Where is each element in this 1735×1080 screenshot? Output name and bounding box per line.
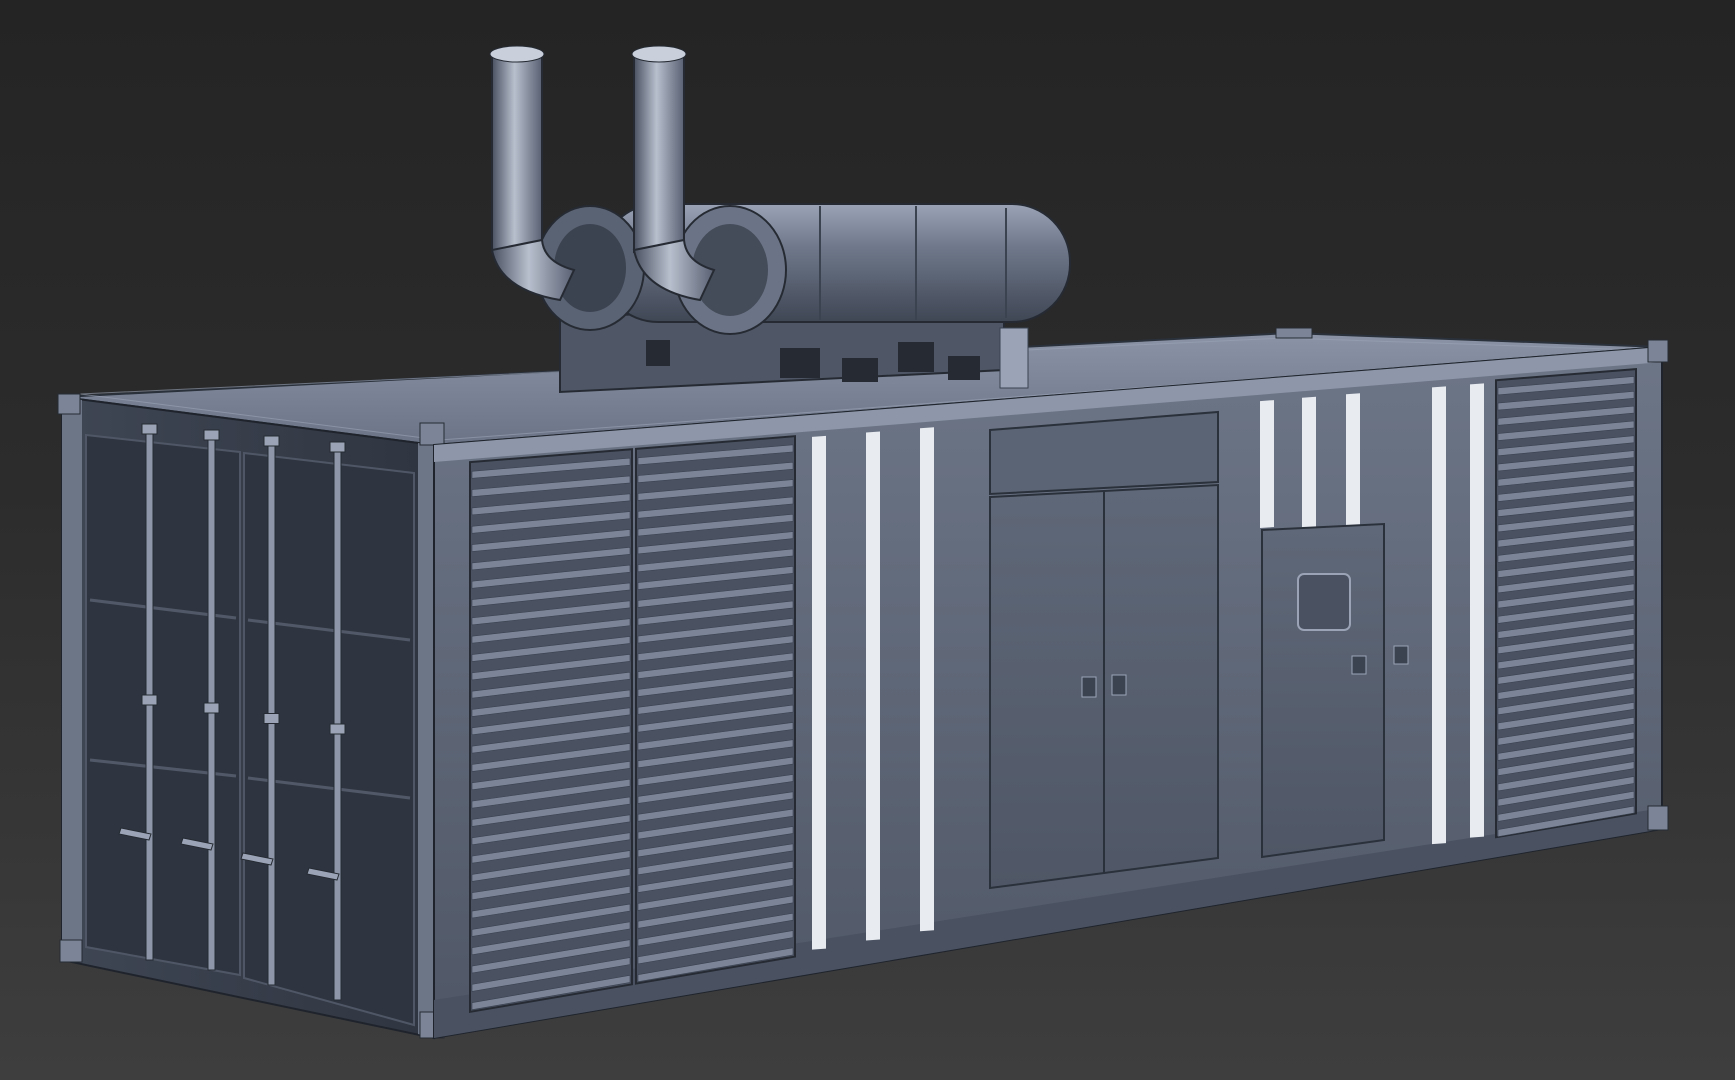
stripe [1260, 400, 1274, 528]
generator-container-render [57, 45, 1669, 1040]
door-handle-right[interactable] [1111, 674, 1127, 696]
bar-guide [263, 713, 280, 724]
stripe [1432, 386, 1446, 845]
door-window [1297, 573, 1351, 631]
stripe [1302, 396, 1316, 528]
bar-guide [203, 702, 220, 714]
stripe [812, 435, 826, 950]
stripe [866, 431, 880, 941]
bar-cam [141, 423, 158, 435]
door-handle[interactable] [1351, 655, 1367, 675]
bar-guide [329, 723, 346, 735]
bar-cam [203, 429, 220, 441]
service-double-door[interactable] [989, 410, 1219, 890]
door-handle-left[interactable] [1081, 676, 1097, 698]
stripe [1470, 383, 1484, 838]
exhaust-silencer [535, 203, 1071, 335]
stripe [920, 427, 934, 932]
3d-viewport[interactable] [0, 0, 1735, 1080]
bar-guide [141, 694, 158, 706]
stripe [1346, 393, 1360, 528]
container-end-doors[interactable] [57, 393, 445, 1040]
bar-cam [329, 441, 346, 453]
bar-cam [263, 435, 280, 447]
